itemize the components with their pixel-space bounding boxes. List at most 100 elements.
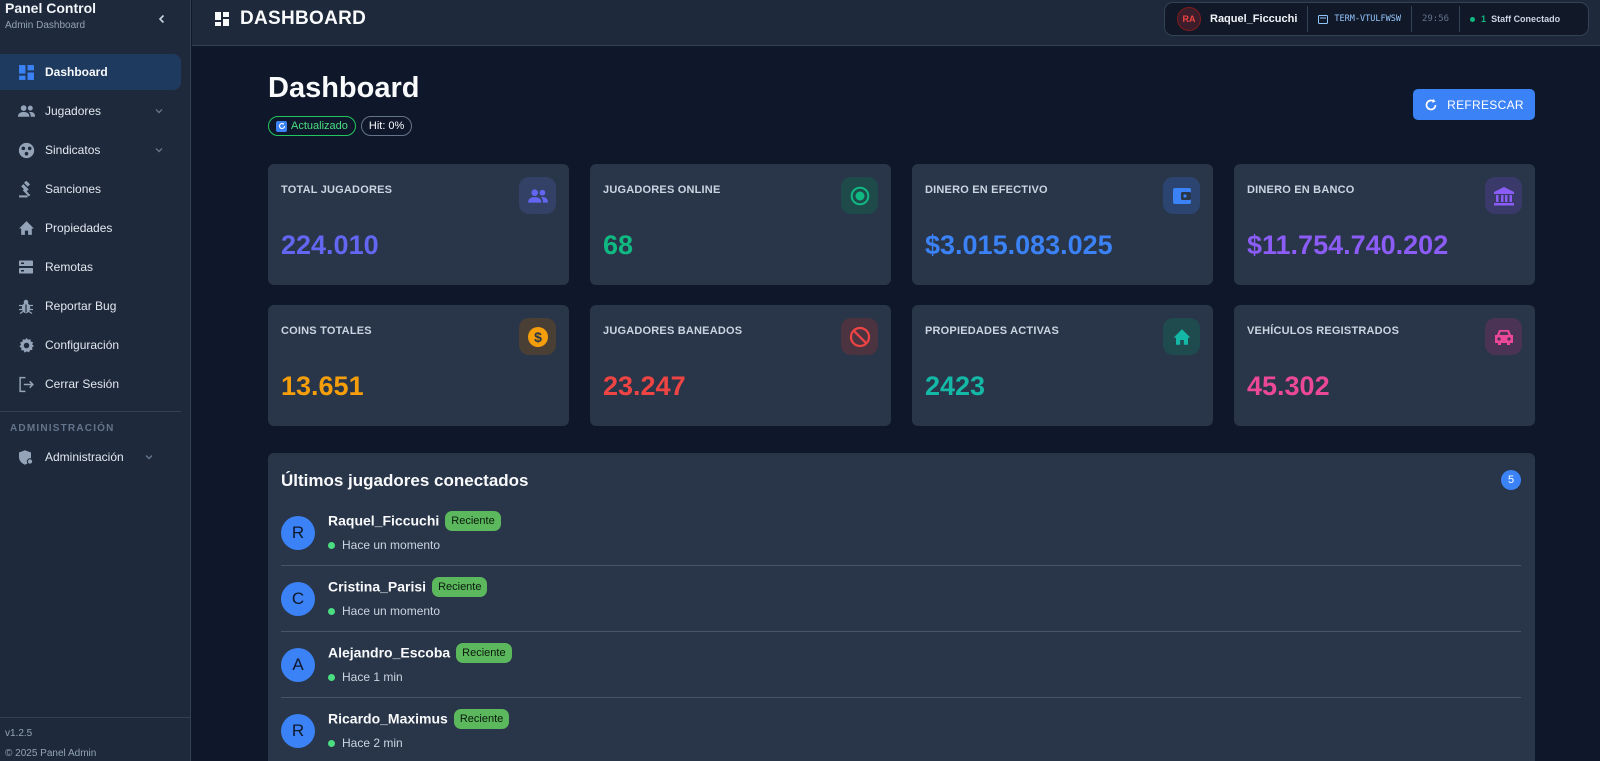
recent-players-panel: Últimos jugadores conectados 5 R Raquel_… — [268, 453, 1535, 761]
stat-value: $11.754.740.202 — [1247, 230, 1449, 260]
online-dot-icon — [328, 607, 335, 615]
svg-text:$: $ — [534, 329, 542, 345]
stat-value: $3.015.083.025 — [925, 230, 1113, 260]
stat-value: 68 — [603, 230, 634, 260]
stat-card-coins-totales: COINS TOTALES $ 13.651 — [268, 305, 569, 426]
people-icon — [519, 177, 556, 214]
sidebar-item-propiedades[interactable]: Propiedades — [0, 210, 181, 246]
list-item[interactable]: C Cristina_Parisi Reciente Hace un moment… — [281, 566, 1521, 632]
status-badge: Actualizado — [268, 116, 356, 136]
bug-icon — [16, 296, 36, 316]
sidebar-item-label: Propiedades — [45, 221, 113, 235]
version-label: v1.2.5 — [5, 728, 33, 739]
stat-label: DINERO EN BANCO — [1247, 184, 1355, 196]
stat-label: JUGADORES ONLINE — [603, 184, 721, 196]
stat-card-vehiculos-registrados: VEHÍCULOS REGISTRADOS 45.302 — [1234, 305, 1535, 426]
stat-card-dinero-efectivo: DINERO EN EFECTIVO $3.015.083.025 — [912, 164, 1213, 285]
topbar-title: DASHBOARD — [214, 8, 366, 30]
refresh-small-icon — [276, 120, 287, 132]
refresh-button[interactable]: REFRESCAR — [1413, 89, 1535, 120]
stat-label: DINERO EN EFECTIVO — [925, 184, 1048, 196]
recent-badge: Reciente — [432, 577, 488, 597]
stat-label: COINS TOTALES — [281, 325, 372, 337]
brand: Panel Control Admin Dashboard — [5, 0, 96, 31]
stat-value: 224.010 — [281, 230, 379, 260]
chevron-down-icon — [151, 103, 167, 119]
stat-card-propiedades-activas: PROPIEDADES ACTIVAS 2423 — [912, 305, 1213, 426]
stat-label: JUGADORES BANEADOS — [603, 325, 743, 337]
list-item[interactable]: R Raquel_Ficcuchi Reciente Hace un moment… — [281, 500, 1521, 566]
syndicate-icon — [16, 140, 36, 160]
status-badge-text: Actualizado — [291, 120, 348, 132]
stat-card-jugadores-baneados: JUGADORES BANEADOS 23.247 — [590, 305, 891, 426]
list-item[interactable]: R Ricardo_Maximus Reciente Hace 2 min — [281, 698, 1521, 761]
stat-label: TOTAL JUGADORES — [281, 184, 393, 196]
player-name: Ricardo_Maximus — [328, 710, 448, 727]
avatar: R — [281, 516, 315, 550]
sidebar-item-label: Administración — [45, 450, 124, 464]
sidebar-item-administracion[interactable]: Administración — [0, 439, 171, 475]
sidebar-item-dashboard[interactable]: Dashboard — [0, 54, 181, 90]
sidebar-item-remotas[interactable]: Remotas — [0, 249, 181, 285]
recent-badge: Reciente — [456, 643, 512, 663]
brand-subtitle: Admin Dashboard — [5, 20, 86, 31]
page-title: Dashboard — [268, 72, 420, 104]
count-badge: 5 — [1501, 470, 1521, 490]
player-name-row: Cristina_Parisi Reciente — [328, 577, 488, 598]
staff-label: Staff Conectado — [1491, 14, 1561, 24]
divider — [0, 411, 181, 412]
divider — [1459, 6, 1461, 32]
chevron-left-icon — [158, 14, 165, 24]
player-name: Raquel_Ficcuchi — [328, 512, 440, 529]
stat-card-total-jugadores: TOTAL JUGADORES 224.010 — [268, 164, 569, 285]
brand-title: Panel Control — [5, 0, 97, 16]
topbar: DASHBOARD RA Raquel_Ficcuchi TERM-VTULFW… — [192, 0, 1600, 46]
sidebar-item-cerrar-sesion[interactable]: Cerrar Sesión — [0, 366, 181, 402]
sidebar-item-sindicatos[interactable]: Sindicatos — [0, 132, 181, 168]
terminal-id: TERM-VTULFWSW — [1318, 14, 1401, 25]
people-icon — [16, 101, 36, 121]
last-seen: Hace 1 min — [328, 670, 403, 684]
stat-label: VEHÍCULOS REGISTRADOS — [1247, 325, 1400, 337]
sidebar-item-label: Cerrar Sesión — [45, 377, 120, 391]
sidebar-item-reportar-bug[interactable]: Reportar Bug — [0, 288, 181, 324]
dashboard-icon — [214, 10, 232, 28]
status-badges: Actualizado Hit: 0% — [268, 116, 417, 136]
refresh-icon — [1424, 98, 1438, 112]
divider — [1410, 6, 1412, 32]
player-name: Alejandro_Escoba — [328, 644, 451, 661]
divider — [1307, 6, 1309, 32]
collapse-sidebar-button[interactable] — [154, 11, 170, 27]
stat-value: 45.302 — [1247, 371, 1330, 401]
refresh-button-label: REFRESCAR — [1447, 97, 1524, 112]
sidebar: Panel Control Admin Dashboard Dashboard … — [0, 0, 191, 761]
sidebar-item-label: Remotas — [45, 260, 94, 274]
section-label: ADMINISTRACIÓN — [10, 423, 115, 434]
last-seen: Hace 2 min — [328, 736, 403, 750]
player-name: Cristina_Parisi — [328, 578, 427, 595]
user-status-pill[interactable]: RA Raquel_Ficcuchi TERM-VTULFWSW 29:56 1… — [1164, 2, 1589, 36]
sidebar-nav: Dashboard Jugadores Sindicatos Sanciones… — [0, 54, 191, 405]
admin-shield-icon — [16, 447, 36, 467]
current-username: Raquel_Ficcuchi — [1210, 13, 1298, 25]
avatar: RA — [1177, 7, 1201, 31]
gear-icon — [16, 335, 36, 355]
sidebar-item-sanciones[interactable]: Sanciones — [0, 171, 181, 207]
sidebar-item-label: Sanciones — [45, 182, 102, 196]
online-radio-icon — [841, 177, 878, 214]
last-seen-text: Hace 2 min — [342, 736, 403, 750]
player-name-row: Alejandro_Escoba Reciente — [328, 643, 512, 664]
online-dot-icon — [328, 673, 335, 681]
stat-card-dinero-banco: DINERO EN BANCO $11.754.740.202 — [1234, 164, 1535, 285]
ban-icon — [841, 318, 878, 355]
session-timer: 29:56 — [1421, 14, 1450, 24]
sidebar-item-label: Dashboard — [45, 65, 108, 79]
home-icon — [1163, 318, 1200, 355]
copyright-label: © 2025 Panel Admin — [5, 748, 97, 759]
list-item[interactable]: A Alejandro_Escoba Reciente Hace 1 min — [281, 632, 1521, 698]
chevron-down-icon — [151, 142, 167, 158]
sidebar-item-configuracion[interactable]: Configuración — [0, 327, 181, 363]
sidebar-item-label: Configuración — [45, 338, 120, 352]
sidebar-item-jugadores[interactable]: Jugadores — [0, 93, 181, 129]
avatar: C — [281, 582, 315, 616]
